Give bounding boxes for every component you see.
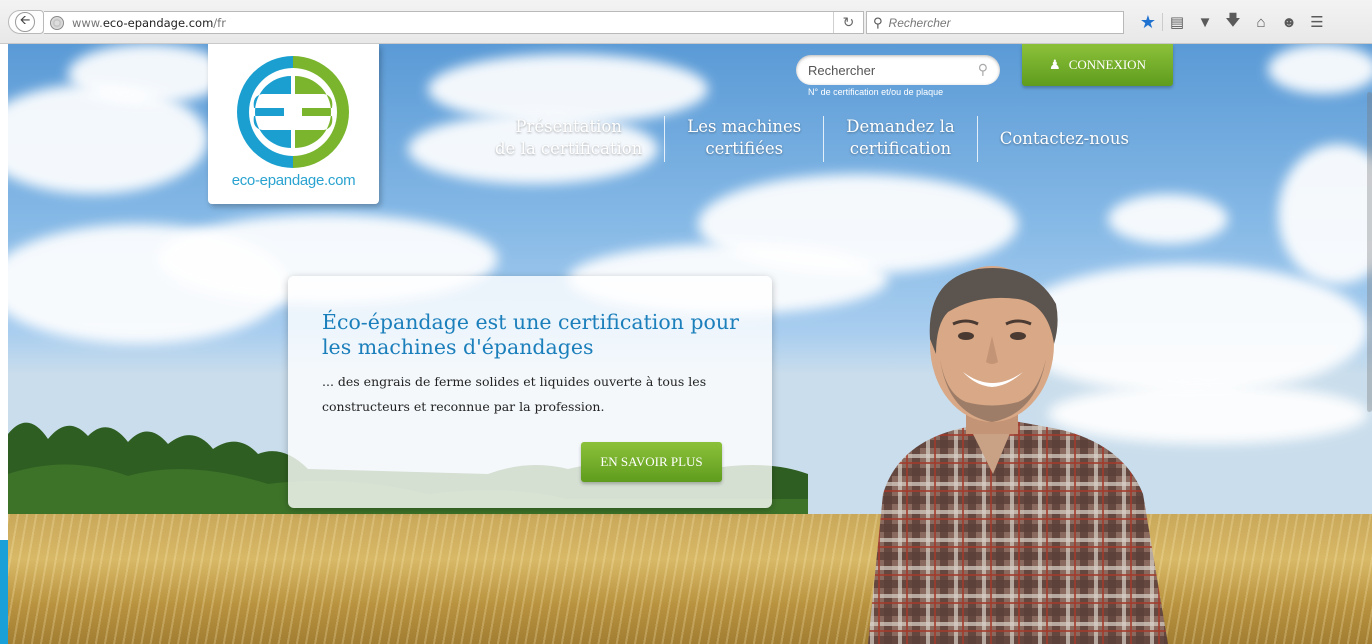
star-icon[interactable]: ★ [1134, 10, 1162, 34]
hero-title: Éco-épandage est une certification pour … [322, 310, 739, 359]
nav-label: certifiées [705, 139, 784, 158]
back-button[interactable]: 🡨 [8, 10, 44, 34]
nav-label: Présentation [515, 117, 622, 136]
search-icon: ⚲ [873, 14, 883, 30]
reload-icon[interactable]: ↻ [833, 12, 863, 33]
address-bar[interactable]: www.eco-epandage.com/fr ↻ [44, 11, 864, 34]
cloud [1278, 144, 1372, 284]
download-icon[interactable]: 🡇 [1219, 10, 1247, 34]
search-icon[interactable]: ⚲ [978, 61, 988, 78]
nav-item-request[interactable]: Demandez la certification [824, 116, 976, 162]
main-nav: Présentation de la certification Les mac… [473, 116, 1151, 162]
scrollbar-thumb[interactable] [1367, 92, 1372, 412]
nav-label: Les machines [687, 117, 802, 136]
learn-more-label: EN SAVOIR PLUS [600, 454, 703, 469]
cloud [428, 54, 708, 124]
url-host: eco-epandage.com [102, 15, 214, 30]
cloud [1268, 44, 1372, 94]
url-prefix: www. [72, 15, 103, 30]
login-label: CONNEXION [1068, 57, 1146, 72]
farmer-photo [868, 266, 1168, 644]
learn-more-button[interactable]: EN SAVOIR PLUS [581, 442, 722, 482]
site-logo[interactable]: eco-epandage.com [208, 44, 379, 204]
logo-text: eco-epandage.com [231, 172, 356, 189]
user-icon: ♟ [1049, 57, 1061, 72]
nav-item-contact[interactable]: Contactez-nous [978, 116, 1151, 162]
hero-card: Éco-épandage est une certification pour … [288, 276, 772, 508]
menu-icon[interactable]: ☰ [1303, 10, 1331, 34]
browser-search-placeholder: Rechercher [888, 15, 951, 30]
login-button[interactable]: ♟ CONNEXION [1022, 44, 1173, 86]
browser-toolbar: 🡨 www.eco-epandage.com/fr ↻ ⚲ Rechercher… [0, 0, 1372, 44]
url-text: www.eco-epandage.com/fr [72, 16, 226, 30]
chat-icon[interactable]: ☻ [1275, 10, 1303, 34]
home-icon[interactable]: ⌂ [1247, 10, 1275, 34]
back-arrow-icon: 🡨 [15, 12, 35, 32]
cloud [1108, 194, 1228, 244]
browser-search-input[interactable]: ⚲ Rechercher [866, 11, 1124, 34]
url-path: /fr [213, 15, 226, 30]
site-search-placeholder: Rechercher [808, 62, 876, 78]
nav-item-machines[interactable]: Les machines certifiées [665, 116, 823, 162]
site-search-hint: N° de certification et/ou de plaque [808, 87, 944, 97]
logo-mark-icon [237, 56, 349, 168]
pocket-icon[interactable]: ▼ [1191, 10, 1219, 34]
nav-label: Contactez-nous [999, 129, 1129, 148]
globe-icon [50, 15, 64, 30]
nav-label: Demandez la [846, 117, 955, 136]
hero-text: ... des engrais de ferme solides et liqu… [322, 374, 707, 414]
window-edge-accent [0, 540, 8, 644]
site-search-input[interactable]: Rechercher ⚲ [796, 55, 1000, 85]
nav-item-presentation[interactable]: Présentation de la certification [473, 116, 664, 162]
nav-label: de la certification [495, 139, 643, 158]
nav-label: certification [849, 139, 952, 158]
cloud [68, 44, 228, 104]
reading-list-icon[interactable]: ▤ [1163, 10, 1191, 34]
hero-background: eco-epandage.com Rechercher ⚲ N° de cert… [8, 44, 1372, 644]
